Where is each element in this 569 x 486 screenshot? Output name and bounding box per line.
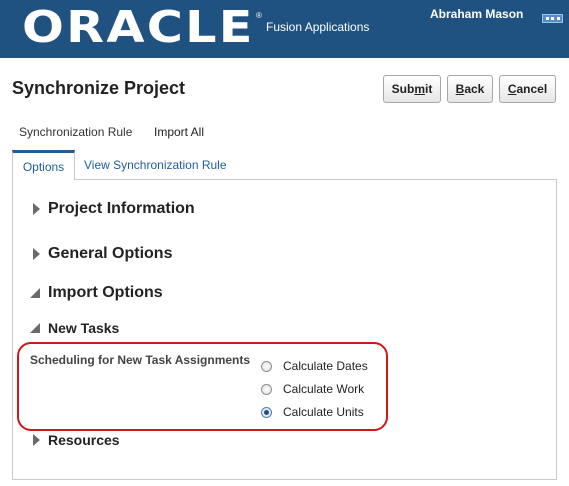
radio-button[interactable] xyxy=(261,360,272,372)
cancel-button[interactable]: Cancel xyxy=(499,75,556,103)
submit-accelerator: m xyxy=(414,82,425,96)
back-accelerator: B xyxy=(455,82,465,96)
product-name: Fusion Applications xyxy=(266,20,370,34)
subnav-import-all[interactable]: Import All xyxy=(154,125,204,139)
radio-calculate-work[interactable]: Calculate Work xyxy=(261,382,364,396)
submit-label-post: it xyxy=(425,82,433,96)
expand-triangle-icon xyxy=(33,248,40,260)
radio-label: Calculate Work xyxy=(283,382,365,396)
tab-view-synchronization-rule[interactable]: View Synchronization Rule xyxy=(84,150,227,180)
registered-mark: ® xyxy=(256,11,262,20)
submit-button[interactable]: Sub m it xyxy=(383,75,441,103)
subnav-synchronization-rule[interactable]: Synchronization Rule xyxy=(19,125,132,139)
section-general-options[interactable]: General Options xyxy=(33,245,172,263)
radio-label: Calculate Dates xyxy=(283,359,368,373)
cancel-label-post: ancel xyxy=(516,82,548,96)
header-bar: ORACLE ® Fusion Applications Abraham Mas… xyxy=(0,0,569,58)
back-button[interactable]: Back xyxy=(447,75,493,103)
oracle-logo: ORACLE xyxy=(22,2,255,53)
global-menu-icon[interactable] xyxy=(542,14,563,23)
collapse-triangle-icon xyxy=(30,323,40,333)
section-project-information[interactable]: Project Information xyxy=(33,200,195,218)
collapse-triangle-icon xyxy=(30,288,40,298)
section-label: Project Information xyxy=(48,200,195,217)
section-label: Import Options xyxy=(48,284,163,301)
section-label: Resources xyxy=(48,432,120,448)
section-label: New Tasks xyxy=(48,320,120,336)
cancel-accelerator: C xyxy=(507,82,517,96)
radio-button[interactable] xyxy=(261,383,272,395)
expand-triangle-icon xyxy=(33,203,40,215)
scheduling-label: Scheduling for New Task Assignments xyxy=(30,353,251,367)
radio-calculate-units[interactable]: Calculate Units xyxy=(261,405,364,419)
section-import-options[interactable]: Import Options xyxy=(30,284,163,302)
radio-label: Calculate Units xyxy=(283,405,364,419)
submit-label-pre: Sub xyxy=(391,82,415,96)
section-new-tasks[interactable]: New Tasks xyxy=(30,320,119,336)
user-name-link[interactable]: Abraham Mason xyxy=(430,7,523,21)
back-label-post: ack xyxy=(464,82,485,96)
radio-button-selected[interactable] xyxy=(261,406,272,418)
page-title: Synchronize Project xyxy=(12,78,186,98)
radio-calculate-dates[interactable]: Calculate Dates xyxy=(261,359,368,373)
expand-triangle-icon xyxy=(33,434,40,446)
section-resources[interactable]: Resources xyxy=(33,432,120,448)
tab-options[interactable]: Options xyxy=(12,150,75,180)
section-label: General Options xyxy=(48,245,173,262)
